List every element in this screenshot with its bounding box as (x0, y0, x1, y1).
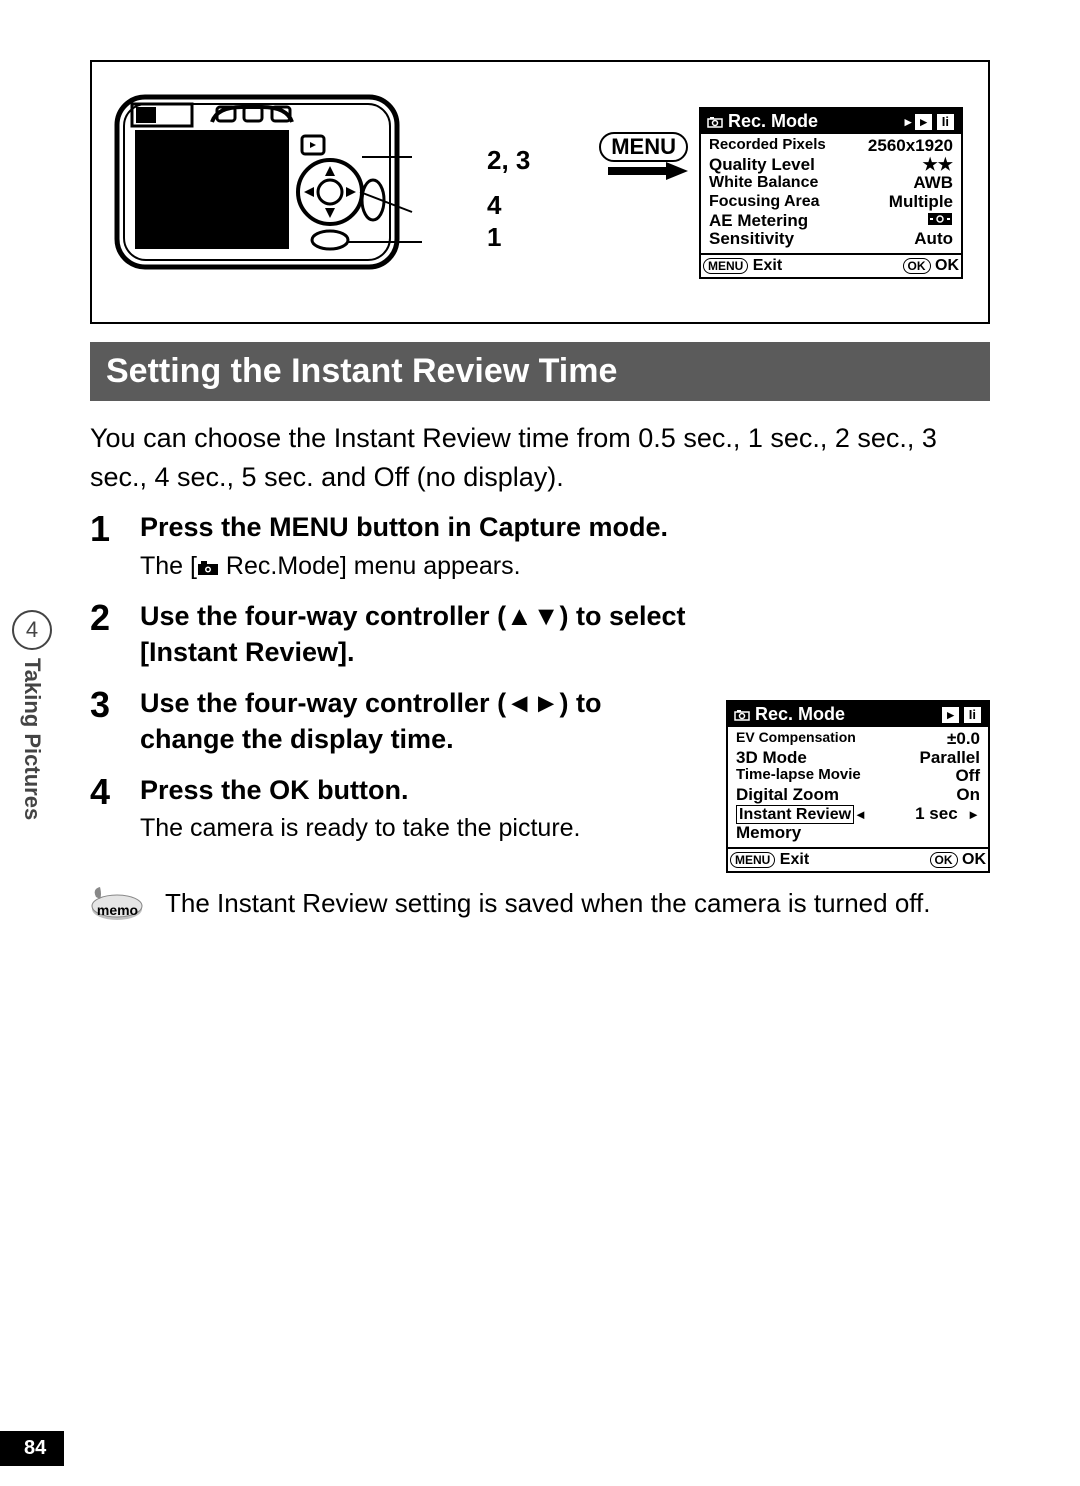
diagram-label-23: 2, 3 (487, 145, 530, 176)
rm1-row2-value: AWB (913, 174, 953, 193)
page-number: 84 (0, 1431, 64, 1466)
diagram-label-1: 1 (487, 222, 501, 253)
step-1-sub: The [ Rec.Mode] menu appears. (140, 548, 700, 584)
rm2-row1-label: 3D Mode (736, 749, 807, 768)
diagram-box: 2, 3 4 1 MENU Rec. Mode ▸ ▸ Ii Recorded … (90, 60, 990, 324)
memo-text: The Instant Review setting is saved when… (165, 885, 930, 921)
rm1-row4-value (927, 212, 953, 231)
step-2-num: 2 (90, 598, 130, 638)
recmode-screen-1: Rec. Mode ▸ ▸ Ii Recorded Pixels 2560x192… (699, 107, 963, 279)
ok-label-2: OK (962, 851, 986, 868)
step-1-head: Press the MENU button in Capture mode. (140, 509, 700, 545)
rm1-row0-value: 2560x1920 (868, 137, 953, 156)
chevron-right-icon: ► (967, 807, 980, 822)
rm1-row1-value: ★★ (923, 156, 953, 175)
recmode1-title: Rec. Mode (728, 111, 818, 131)
intro-text: You can choose the Instant Review time f… (90, 419, 990, 497)
step-3-num: 3 (90, 685, 130, 725)
exit-label-1: Exit (753, 257, 782, 274)
tab-play-icon: ▸ (941, 706, 960, 724)
step-2-head: Use the four-way controller (▲▼) to sele… (140, 598, 700, 671)
rm1-row4-label: AE Metering (709, 212, 808, 231)
chapter-number: 4 (12, 610, 52, 650)
tab-tools-icon: Ii (936, 113, 955, 131)
camera-icon (197, 560, 219, 576)
tab-arrow-icon: ▸ (905, 114, 912, 130)
recmode-screen-2: Rec. Mode ▸ Ii EV Compensation ±0.0 3D Mo… (726, 700, 990, 873)
rm1-row3-value: Multiple (889, 193, 953, 212)
menu-pill: MENU (703, 258, 748, 274)
tab-play-icon: ▸ (914, 113, 933, 131)
rm2-row4-label: Instant Review (736, 805, 854, 825)
chapter-title: Taking Pictures (19, 658, 45, 820)
rm2-row3-value: On (956, 786, 980, 805)
ok-pill-1: OK (903, 258, 931, 274)
rm2-row4-value: 1 sec (915, 804, 958, 823)
arrow-right-icon (608, 162, 688, 180)
exit-label-2: Exit (780, 851, 809, 868)
camera-icon (734, 709, 750, 721)
rm1-row5-value: Auto (914, 230, 953, 249)
camera-illustration (112, 82, 432, 282)
memo-icon: memo (90, 885, 145, 918)
camera-icon (707, 116, 723, 128)
step-3-head: Use the four-way controller (◄►) to chan… (140, 685, 700, 758)
rm2-row2-label: Time-lapse Movie (736, 767, 861, 786)
page-title: Setting the Instant Review Time (90, 342, 990, 401)
rm2-row3-label: Digital Zoom (736, 786, 839, 805)
tab-tools-icon: Ii (963, 706, 982, 724)
rm2-row0-label: EV Compensation (736, 730, 856, 749)
rm2-row5-label: Memory (736, 824, 801, 843)
menu-pill-2: MENU (730, 852, 775, 868)
rm1-row5-label: Sensitivity (709, 230, 794, 249)
rm1-row2-label: White Balance (709, 174, 818, 193)
rm2-row1-value: Parallel (920, 749, 981, 768)
menu-button-label: MENU (599, 132, 688, 162)
ok-label-1: OK (935, 257, 959, 274)
side-chapter-label: 4 Taking Pictures (10, 610, 54, 820)
diagram-label-4: 4 (487, 190, 501, 221)
rm2-row2-value: Off (955, 767, 980, 786)
chevron-left-icon: ◄ (854, 807, 867, 822)
rm1-row3-label: Focusing Area (709, 193, 820, 212)
ok-pill-2: OK (930, 852, 958, 868)
rm1-row0-label: Recorded Pixels (709, 137, 826, 156)
recmode2-title: Rec. Mode (755, 704, 845, 724)
step-4-num: 4 (90, 772, 130, 812)
step-1-num: 1 (90, 509, 130, 549)
rm2-row0-value: ±0.0 (947, 730, 980, 749)
metering-icon (927, 212, 953, 226)
rm1-row1-label: Quality Level (709, 156, 815, 175)
